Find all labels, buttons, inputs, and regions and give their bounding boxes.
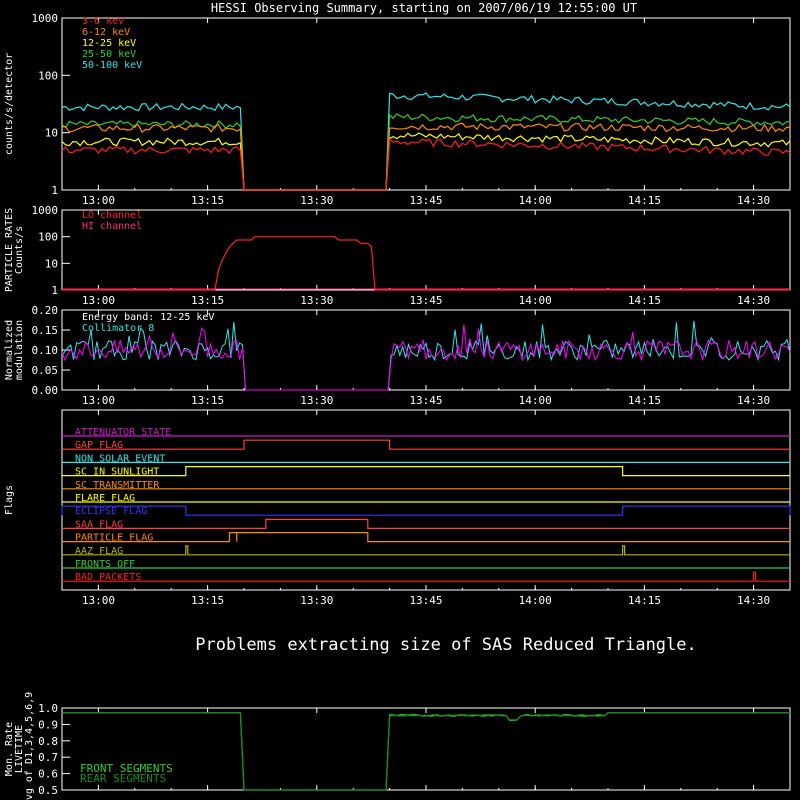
y-axis-label: Counts/s (14, 226, 25, 274)
y-axis-label: avg of D1,3,4,5,6,9 (24, 692, 35, 800)
flag-line-sc-in-sunlight (62, 466, 790, 477)
x-tick-label: 13:00 (82, 594, 115, 607)
x-tick-label: 14:00 (519, 194, 552, 207)
y-tick-label: 10 (45, 127, 58, 140)
y-tick-label: 1.0 (38, 702, 58, 715)
y-tick-label: 0.8 (38, 735, 58, 748)
legend-entry: LO channel (82, 210, 142, 221)
series-line-12-25-keV (61, 132, 791, 191)
y-tick-label: 1000 (32, 204, 59, 217)
legend-entry: REAR SEGMENTS (80, 772, 166, 785)
y-tick-label: 1000 (32, 12, 59, 25)
series-line-modulation-1 (61, 324, 791, 391)
x-tick-label: 13:15 (191, 394, 224, 407)
y-tick-label: 1 (51, 284, 58, 297)
flag-line-saa-flag (62, 518, 790, 529)
x-tick-label: 14:15 (628, 594, 661, 607)
flag-label: ECLIPSE FLAG (75, 506, 147, 517)
y-tick-label: 1 (51, 184, 58, 197)
x-tick-label: 13:45 (409, 294, 442, 307)
panel-frame-1 (61, 209, 791, 291)
x-tick-label: 13:30 (300, 594, 333, 607)
series-line-6-12-keV (61, 122, 791, 191)
flag-label: NON SOLAR EVENT (75, 453, 165, 464)
x-tick-label: 13:45 (409, 194, 442, 207)
x-tick-label: 13:45 (409, 394, 442, 407)
x-tick-label: 14:00 (519, 294, 552, 307)
y-tick-label: 0.7 (38, 751, 58, 764)
panel-frame-0 (61, 17, 791, 191)
y-tick-label: 0.05 (32, 364, 59, 377)
y-axis-label: modulation (14, 320, 25, 380)
series-line-lo-channel (62, 236, 790, 291)
series-line-modulation-0 (61, 320, 791, 391)
flag-label: AAZ FLAG (75, 546, 123, 557)
flag-label: SC IN SUNLIGHT (75, 467, 159, 478)
x-tick-label: 13:15 (191, 594, 224, 607)
flag-label: GAP FLAG (75, 440, 123, 451)
x-tick-label: 13:15 (191, 194, 224, 207)
x-tick-label: 14:30 (737, 194, 770, 207)
panel-frame-4 (61, 707, 791, 791)
y-tick-label: 100 (38, 69, 58, 82)
flag-line-gap-flag (62, 439, 790, 450)
flag-line-aaz-flag (62, 545, 790, 556)
status-message: Problems extracting size of SAS Reduced … (195, 635, 697, 655)
flag-label: ATTENUATOR STATE (75, 427, 171, 438)
y-axis-label: Flags (4, 485, 15, 515)
flag-label: SC TRANSMITTER (75, 480, 160, 491)
x-tick-label: 14:30 (737, 294, 770, 307)
annotation-energy-band: Energy band: 12-25 keV (82, 312, 214, 323)
flag-label: FRONTS OFF (75, 559, 135, 570)
x-tick-label: 14:30 (737, 394, 770, 407)
y-tick-label: 0.5 (38, 784, 58, 797)
flag-label: PARTICLE FLAG (75, 533, 153, 544)
x-tick-label: 14:00 (519, 594, 552, 607)
flag-label: FLARE FLAG (75, 493, 135, 504)
x-tick-label: 14:15 (628, 194, 661, 207)
x-tick-label: 13:45 (409, 594, 442, 607)
x-tick-label: 13:00 (82, 394, 115, 407)
y-tick-label: 0.9 (38, 718, 58, 731)
flag-label: SAA FLAG (75, 519, 123, 530)
legend-entry: HI channel (82, 221, 142, 232)
x-tick-label: 14:00 (519, 394, 552, 407)
x-tick-label: 14:15 (628, 394, 661, 407)
legend-entry: 3-6 keV (82, 16, 124, 27)
x-tick-label: 13:15 (191, 294, 224, 307)
x-tick-label: 13:00 (82, 294, 115, 307)
legend-entry: Collimator 8 (82, 323, 154, 334)
flag-line-bad-packets (62, 571, 790, 582)
x-tick-label: 13:30 (300, 194, 333, 207)
legend-entry: 50-100 keV (82, 60, 142, 71)
hessi-summary-chart: HESSI Observing Summary, starting on 200… (4, 1, 791, 800)
legend-entry: 12-25 keV (82, 38, 136, 49)
flag-label: BAD PACKETS (75, 572, 141, 583)
y-tick-label: 0.10 (32, 344, 59, 357)
y-tick-label: 10 (45, 257, 58, 270)
series-line-livetime-1 (62, 712, 790, 791)
x-tick-label: 14:30 (737, 594, 770, 607)
y-tick-label: 0.6 (38, 768, 58, 781)
x-tick-label: 14:15 (628, 294, 661, 307)
y-tick-label: 0.15 (32, 324, 59, 337)
legend-entry: 6-12 keV (82, 27, 130, 38)
flag-line-particle-flag (62, 532, 790, 543)
legend-entry: 25-50 keV (82, 49, 136, 60)
series-line-livetime-0 (62, 712, 790, 791)
x-tick-label: 13:30 (300, 294, 333, 307)
y-tick-label: 0.00 (32, 384, 59, 397)
y-tick-label: 100 (38, 231, 58, 244)
flag-line-eclipse-flag (61, 505, 791, 516)
y-tick-label: 0.20 (32, 304, 59, 317)
series-line-3-6-keV (61, 137, 791, 191)
chart-title: HESSI Observing Summary, starting on 200… (211, 1, 637, 15)
x-tick-label: 13:00 (82, 194, 115, 207)
x-tick-label: 13:30 (300, 394, 333, 407)
series-line-25-50-keV (61, 113, 791, 191)
y-axis-label: counts/s/detector (4, 53, 15, 155)
